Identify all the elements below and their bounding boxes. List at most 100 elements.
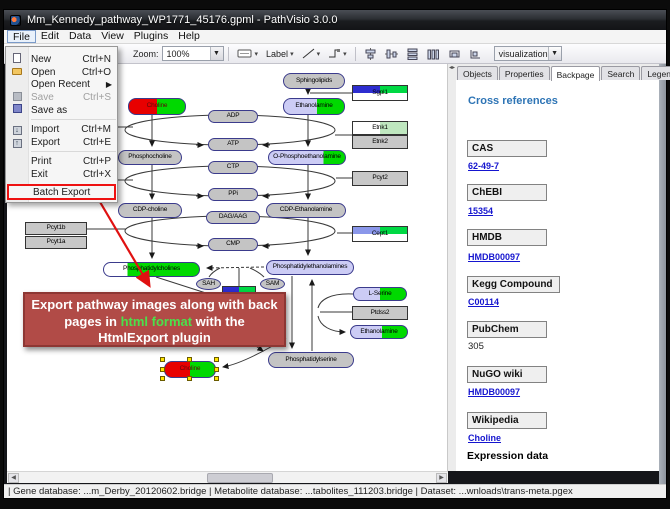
- tab-properties[interactable]: Properties: [499, 66, 550, 80]
- align-middle-button[interactable]: [381, 46, 402, 62]
- node-dag-aag[interactable]: DAG/AAG: [206, 211, 260, 224]
- node-label: Phosphatidylserine: [285, 357, 336, 364]
- node-label: Pcyt1a: [47, 239, 66, 246]
- add-label-button[interactable]: Label ▾: [262, 47, 298, 61]
- horizontal-scrollbar[interactable]: ◀ ▶: [7, 471, 448, 483]
- node-phosphocholine[interactable]: Phosphocholine: [118, 150, 182, 165]
- menu-item-export[interactable]: ↑ Export Ctrl+E: [7, 136, 116, 149]
- menu-item-open-recent[interactable]: Open Recent ▶: [7, 78, 116, 91]
- chevron-down-icon[interactable]: ▼: [548, 47, 561, 60]
- panel-splitter[interactable]: ◂▸: [448, 64, 456, 471]
- node-sphingolipids[interactable]: Sphingolipids: [283, 73, 345, 89]
- node-label: CDP-choline: [133, 207, 167, 214]
- tab-search[interactable]: Search: [601, 66, 640, 80]
- selection-handle[interactable]: [214, 357, 219, 362]
- menu-item-shortcut: Ctrl+E: [83, 137, 116, 148]
- node-label: Ethanolamine: [295, 103, 332, 110]
- link-cas[interactable]: 62-49-7: [468, 161, 499, 171]
- node-cmp[interactable]: CMP: [208, 238, 258, 251]
- node-sam[interactable]: SAM: [260, 278, 285, 290]
- node-ppi[interactable]: PPi: [208, 188, 258, 201]
- visualization-combo[interactable]: visualization ▼: [494, 46, 562, 61]
- connector-tool-button[interactable]: ▾: [324, 46, 351, 61]
- node-atp[interactable]: ATP: [208, 138, 258, 151]
- node-pcyt2[interactable]: Pcyt2: [352, 171, 408, 186]
- node-ethanolamine-2[interactable]: Ethanolamine: [350, 325, 408, 339]
- menu-item-open[interactable]: Open Ctrl+O: [7, 66, 116, 79]
- menu-file[interactable]: File: [7, 30, 36, 43]
- tab-objects[interactable]: Objects: [457, 66, 498, 80]
- scrollbar-thumb[interactable]: [207, 473, 273, 483]
- menu-item-batch-export[interactable]: Batch Export: [7, 184, 116, 200]
- menu-data[interactable]: Data: [64, 30, 96, 43]
- menu-bar: File Edit Data View Plugins Help: [4, 30, 666, 44]
- distribute-horizontal-button[interactable]: [423, 46, 444, 62]
- link-nugo[interactable]: HMDB00097: [468, 387, 520, 397]
- node-pcyt1b[interactable]: Pcyt1b: [25, 222, 87, 235]
- node-etnk2[interactable]: Etnk2: [352, 135, 408, 149]
- node-cdp-choline[interactable]: CDP-choline: [118, 203, 182, 218]
- menu-item-exit[interactable]: Exit Ctrl+X: [7, 168, 116, 181]
- group-button[interactable]: [465, 46, 486, 62]
- selection-handle[interactable]: [214, 367, 219, 372]
- node-cept1[interactable]: Cept1: [352, 226, 408, 242]
- node-ptdss2[interactable]: Ptdss2: [352, 306, 408, 320]
- tab-backpage[interactable]: Backpage: [551, 66, 601, 81]
- node-label: O-Phosphoethanolamine: [273, 154, 341, 161]
- save-as-disk-icon: [13, 104, 22, 113]
- scroll-right-icon[interactable]: ▶: [436, 473, 447, 483]
- menu-item-label: New: [27, 54, 82, 65]
- link-wikipedia[interactable]: Choline: [468, 433, 501, 443]
- menu-item-import[interactable]: ↓ Import Ctrl+M: [7, 123, 116, 136]
- node-ctp[interactable]: CTP: [208, 161, 258, 174]
- node-sgpl1[interactable]: Sgpl1: [352, 85, 408, 101]
- node-label: Phosphatidylethanolamines: [273, 264, 348, 271]
- node-label: Ptdss2: [371, 310, 390, 317]
- node-adp[interactable]: ADP: [208, 110, 258, 123]
- menu-plugins[interactable]: Plugins: [129, 30, 173, 43]
- selection-handle[interactable]: [160, 376, 165, 381]
- zoom-value: 100%: [167, 49, 190, 59]
- node-cdp-ethanolamine[interactable]: CDP-Ethanolamine: [266, 203, 346, 218]
- menu-item-new[interactable]: New Ctrl+N: [7, 53, 116, 66]
- selection-handle[interactable]: [187, 357, 192, 362]
- node-phosphatidylethanolamines[interactable]: Phosphatidylethanolamines: [266, 260, 354, 275]
- file-menu-dropdown: New Ctrl+N Open Ctrl+O Open Recent ▶ Sav…: [5, 46, 118, 203]
- menu-view[interactable]: View: [96, 30, 129, 43]
- menu-separator: [31, 151, 116, 152]
- link-kegg[interactable]: C00114: [468, 297, 499, 307]
- title-bar[interactable]: Mm_Kennedy_pathway_WP1771_45176.gpml - P…: [4, 10, 666, 30]
- scroll-left-icon[interactable]: ◀: [8, 473, 19, 483]
- menu-help[interactable]: Help: [173, 30, 205, 43]
- add-datanode-button[interactable]: ▾: [233, 46, 263, 61]
- node-pcyt1a[interactable]: Pcyt1a: [25, 236, 87, 249]
- node-etnk1[interactable]: Etnk1: [352, 121, 408, 135]
- zoom-combo[interactable]: 100% ▼: [162, 46, 224, 61]
- section-header-cas: CAS: [467, 140, 547, 157]
- menu-item-save[interactable]: Save Ctrl+S: [7, 91, 116, 104]
- selection-handle[interactable]: [187, 376, 192, 381]
- tab-legend[interactable]: Legend: [641, 66, 670, 80]
- align-center-button[interactable]: [360, 46, 381, 62]
- menu-item-print[interactable]: Print Ctrl+P: [7, 155, 116, 168]
- line-tool-button[interactable]: ▾: [298, 46, 325, 61]
- node-choline[interactable]: Choline: [128, 98, 186, 115]
- selection-handle[interactable]: [160, 357, 165, 362]
- menu-item-save-as[interactable]: Save as: [7, 104, 116, 117]
- node-ethanolamine[interactable]: Ethanolamine: [283, 98, 345, 115]
- node-l-serine[interactable]: L-Serine: [353, 287, 407, 301]
- link-chebi[interactable]: 15354: [468, 206, 493, 216]
- menu-edit[interactable]: Edit: [36, 30, 64, 43]
- link-hmdb[interactable]: HMDB00097: [468, 252, 520, 262]
- node-sah[interactable]: SAH: [196, 278, 221, 290]
- chevron-down-icon[interactable]: ▼: [210, 47, 223, 60]
- node-phosphatidylserine[interactable]: Phosphatidylserine: [268, 352, 354, 368]
- selection-handle[interactable]: [160, 367, 165, 372]
- node-phosphatidylcholines[interactable]: Phosphatidylcholines: [103, 262, 200, 277]
- node-o-phosphoethanolamine[interactable]: O-Phosphoethanolamine: [268, 150, 346, 165]
- selection-handle[interactable]: [214, 376, 219, 381]
- node-label: SAM: [266, 281, 280, 288]
- common-bounds-button[interactable]: [444, 46, 465, 62]
- align-middle-icon: [385, 48, 398, 60]
- distribute-vertical-button[interactable]: [402, 46, 423, 62]
